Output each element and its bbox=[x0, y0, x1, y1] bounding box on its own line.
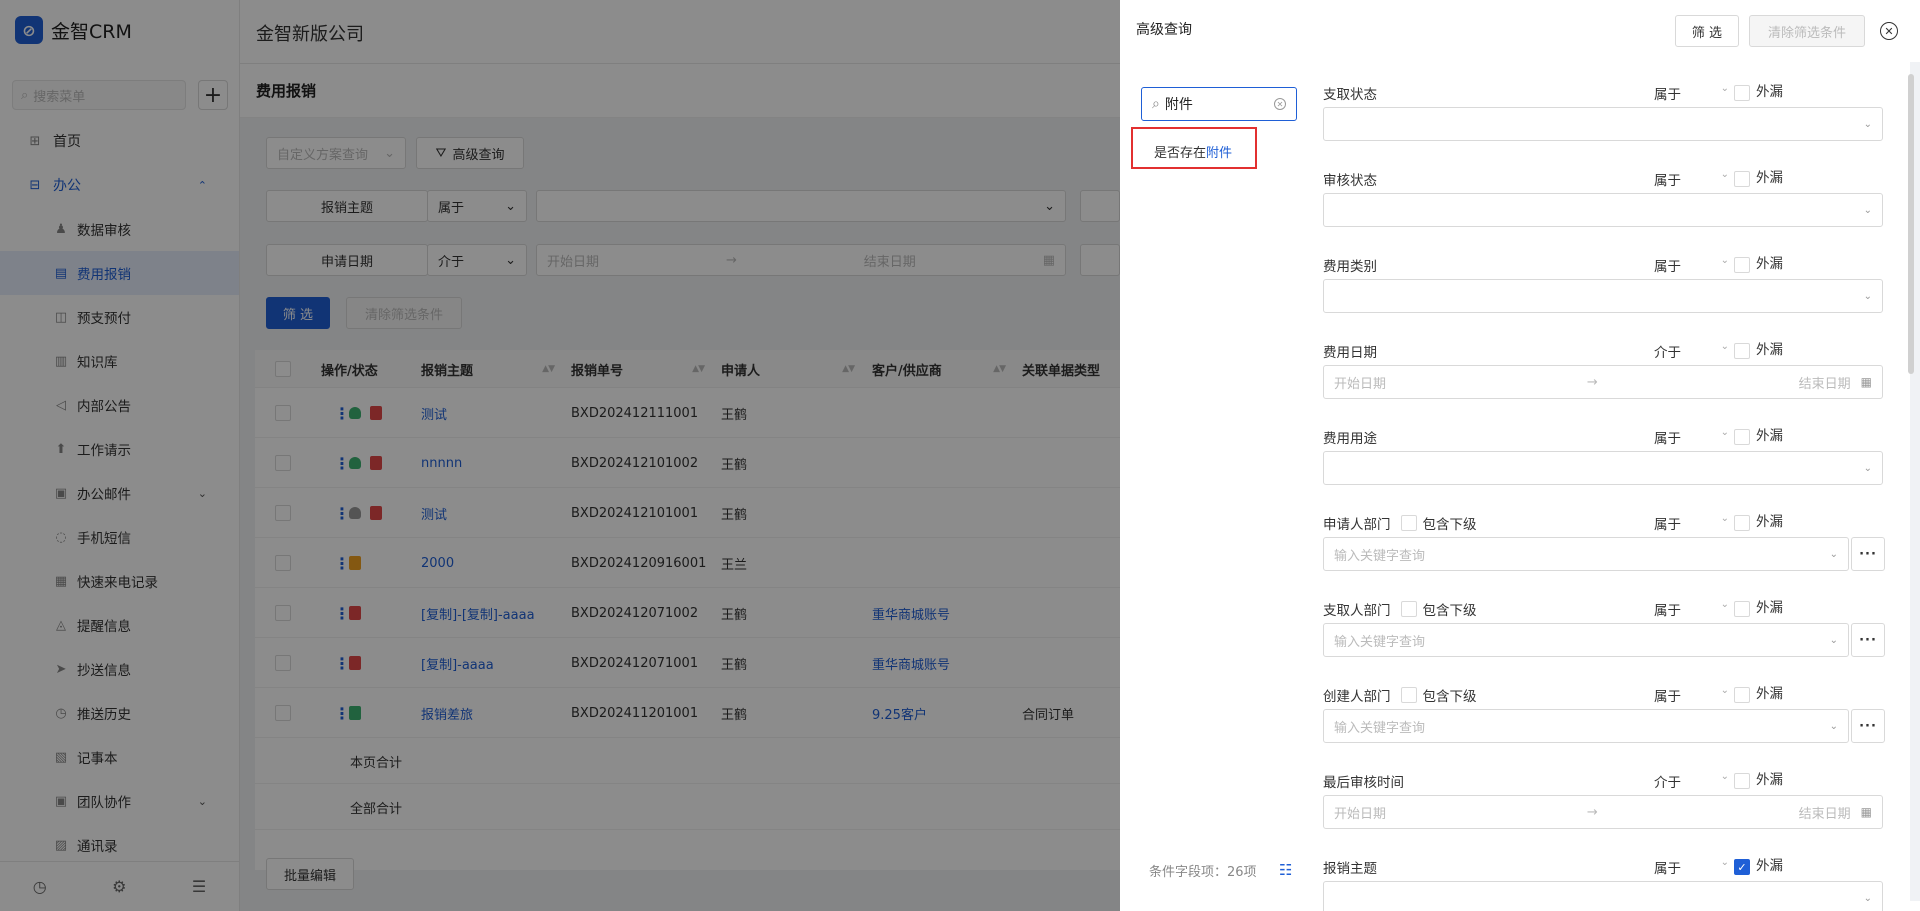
condition-field: 审核状态 属于 ⌄ 外漏 ⌄ bbox=[1297, 169, 1910, 255]
exclude-checkbox[interactable]: 外漏 bbox=[1734, 337, 1783, 359]
condition-count-label: 条件字段项：26项 bbox=[1149, 865, 1257, 880]
chevron-down-icon: ⌄ bbox=[1829, 548, 1838, 560]
chevron-down-icon: ⌄ bbox=[1720, 513, 1729, 524]
search-icon: ⌕ bbox=[1152, 96, 1160, 112]
condition-field: 支取人部门 包含下级 属于 ⌄ 外漏 输入关键字查询 ⌄ ··· bbox=[1297, 599, 1910, 685]
condition-op-select[interactable]: 属于 ⌄ bbox=[1654, 685, 1729, 705]
exclude-checkbox[interactable]: 外漏 bbox=[1734, 251, 1783, 273]
more-options-button[interactable]: ··· bbox=[1851, 709, 1885, 743]
condition-field: 支取状态 属于 ⌄ 外漏 ⌄ bbox=[1297, 83, 1910, 169]
condition-field-label: 最后审核时间 bbox=[1323, 775, 1404, 791]
condition-field: 报销主题 属于 ⌄ ✓ 外漏 ⌄ bbox=[1297, 857, 1910, 911]
condition-field: 最后审核时间 介于 ⌄ 外漏 开始日期 → 结束日期 ▦ bbox=[1297, 771, 1910, 857]
condition-op-select[interactable]: 属于 ⌄ bbox=[1654, 513, 1729, 533]
panel-body: ⌕ 附件 ✕ 是否存在附件 条件字段项：26项 ☷ 支取状态 属于 ⌄ 外漏 ⌄ 审核状态… bbox=[1130, 62, 1920, 911]
chevron-down-icon: ⌄ bbox=[1720, 255, 1729, 266]
condition-op-select[interactable]: 属于 ⌄ bbox=[1654, 857, 1729, 877]
exclude-checkbox[interactable]: 外漏 bbox=[1734, 595, 1783, 617]
condition-op-select[interactable]: 属于 ⌄ bbox=[1654, 427, 1729, 447]
condition-field-label: 申请人部门 包含下级 bbox=[1323, 513, 1477, 533]
panel-header: 高级查询 筛 选 清除筛选条件 ✕ bbox=[1120, 0, 1920, 62]
arrow-right-icon: → bbox=[1586, 804, 1598, 820]
chevron-down-icon: ⌄ bbox=[1829, 720, 1838, 732]
exclude-checkbox[interactable]: 外漏 bbox=[1734, 165, 1783, 187]
condition-value-select[interactable]: ⌄ bbox=[1323, 279, 1883, 313]
chevron-down-icon: ⌄ bbox=[1720, 685, 1729, 696]
include-sub-checkbox[interactable]: 包含下级 bbox=[1400, 685, 1477, 705]
condition-field: 费用日期 介于 ⌄ 外漏 开始日期 → 结束日期 ▦ bbox=[1297, 341, 1910, 427]
chevron-down-icon: ⌄ bbox=[1720, 771, 1729, 782]
arrow-right-icon: → bbox=[1586, 374, 1598, 390]
chevron-down-icon: ⌄ bbox=[1829, 634, 1838, 646]
condition-op-select[interactable]: 属于 ⌄ bbox=[1654, 599, 1729, 619]
advanced-query-panel: 高级查询 筛 选 清除筛选条件 ✕ ⌕ 附件 ✕ 是否存在附件 条件字段项：26… bbox=[1120, 0, 1920, 911]
include-sub-checkbox[interactable]: 包含下级 bbox=[1400, 599, 1477, 619]
condition-keyword-input[interactable]: 输入关键字查询 ⌄ bbox=[1323, 537, 1849, 571]
condition-date-range[interactable]: 开始日期 → 结束日期 ▦ bbox=[1323, 795, 1883, 829]
search-result-match: 附件 bbox=[1206, 146, 1233, 161]
include-sub-checkbox[interactable]: 包含下级 bbox=[1400, 513, 1477, 533]
condition-op-select[interactable]: 介于 ⌄ bbox=[1654, 771, 1729, 791]
condition-value-select[interactable]: ⌄ bbox=[1323, 451, 1883, 485]
chevron-down-icon: ⌄ bbox=[1720, 169, 1729, 180]
condition-field-label: 审核状态 bbox=[1323, 173, 1377, 189]
more-options-button[interactable]: ··· bbox=[1851, 623, 1885, 657]
chevron-down-icon: ⌄ bbox=[1720, 599, 1729, 610]
chevron-down-icon: ⌄ bbox=[1720, 341, 1729, 352]
condition-value-select[interactable]: ⌄ bbox=[1323, 107, 1883, 141]
condition-keyword-input[interactable]: 输入关键字查询 ⌄ bbox=[1323, 623, 1849, 657]
chevron-down-icon: ⌄ bbox=[1720, 83, 1729, 94]
calendar-icon: ▦ bbox=[1860, 805, 1872, 819]
condition-field: 费用用途 属于 ⌄ 外漏 ⌄ bbox=[1297, 427, 1910, 513]
clear-input-icon[interactable]: ✕ bbox=[1274, 98, 1286, 110]
modal-overlay[interactable] bbox=[0, 0, 1120, 911]
exclude-checkbox[interactable]: ✓ 外漏 bbox=[1734, 853, 1783, 875]
condition-field: 费用类别 属于 ⌄ 外漏 ⌄ bbox=[1297, 255, 1910, 341]
condition-field-label: 支取人部门 包含下级 bbox=[1323, 599, 1477, 619]
condition-field: 创建人部门 包含下级 属于 ⌄ 外漏 输入关键字查询 ⌄ ··· bbox=[1297, 685, 1910, 771]
field-search-column: ⌕ 附件 ✕ 是否存在附件 条件字段项：26项 ☷ bbox=[1130, 62, 1297, 901]
chevron-down-icon: ⌄ bbox=[1720, 427, 1729, 438]
condition-field-label: 费用日期 bbox=[1323, 345, 1377, 361]
condition-field: 申请人部门 包含下级 属于 ⌄ 外漏 输入关键字查询 ⌄ ··· bbox=[1297, 513, 1910, 599]
condition-field-label: 费用用途 bbox=[1323, 431, 1377, 447]
chevron-down-icon: ⌄ bbox=[1863, 204, 1872, 216]
condition-field-label: 支取状态 bbox=[1323, 87, 1377, 103]
chevron-down-icon: ⌄ bbox=[1863, 118, 1872, 130]
condition-value-select[interactable]: ⌄ bbox=[1323, 881, 1883, 911]
panel-clear-button[interactable]: 清除筛选条件 bbox=[1749, 15, 1865, 47]
calendar-icon: ▦ bbox=[1860, 375, 1872, 389]
close-icon[interactable]: ✕ bbox=[1880, 22, 1898, 40]
condition-op-select[interactable]: 介于 ⌄ bbox=[1654, 341, 1729, 361]
condition-date-range[interactable]: 开始日期 → 结束日期 ▦ bbox=[1323, 365, 1883, 399]
condition-value-select[interactable]: ⌄ bbox=[1323, 193, 1883, 227]
condition-field-label: 创建人部门 包含下级 bbox=[1323, 685, 1477, 705]
panel-scrollbar[interactable] bbox=[1908, 74, 1914, 374]
panel-title: 高级查询 bbox=[1136, 22, 1192, 38]
field-search-value: 附件 bbox=[1164, 97, 1193, 113]
condition-field-label: 报销主题 bbox=[1323, 861, 1377, 877]
exclude-checkbox[interactable]: 外漏 bbox=[1734, 79, 1783, 101]
exclude-checkbox[interactable]: 外漏 bbox=[1734, 767, 1783, 789]
condition-op-select[interactable]: 属于 ⌄ bbox=[1654, 83, 1729, 103]
condition-op-select[interactable]: 属于 ⌄ bbox=[1654, 255, 1729, 275]
more-options-button[interactable]: ··· bbox=[1851, 537, 1885, 571]
chevron-down-icon: ⌄ bbox=[1863, 892, 1872, 904]
condition-op-select[interactable]: 属于 ⌄ bbox=[1654, 169, 1729, 189]
condition-fields-list: 支取状态 属于 ⌄ 外漏 ⌄ 审核状态 属于 ⌄ 外漏 ⌄ 费用类别 属于 ⌄ 外漏 ⌄ 费用日期 介于 ⌄ 外漏开… bbox=[1297, 62, 1910, 911]
condition-keyword-input[interactable]: 输入关键字查询 ⌄ bbox=[1323, 709, 1849, 743]
field-search-input[interactable]: ⌕ 附件 ✕ bbox=[1141, 87, 1297, 121]
condition-count: 条件字段项：26项 ☷ bbox=[1149, 861, 1292, 880]
search-result-item[interactable]: 是否存在附件 bbox=[1154, 142, 1232, 161]
exclude-checkbox[interactable]: 外漏 bbox=[1734, 509, 1783, 531]
chevron-down-icon: ⌄ bbox=[1863, 290, 1872, 302]
panel-filter-button[interactable]: 筛 选 bbox=[1675, 15, 1739, 47]
settings-sliders-icon[interactable]: ☷ bbox=[1279, 861, 1292, 879]
chevron-down-icon: ⌄ bbox=[1863, 462, 1872, 474]
exclude-checkbox[interactable]: 外漏 bbox=[1734, 681, 1783, 703]
chevron-down-icon: ⌄ bbox=[1720, 857, 1729, 868]
condition-field-label: 费用类别 bbox=[1323, 259, 1377, 275]
exclude-checkbox[interactable]: 外漏 bbox=[1734, 423, 1783, 445]
